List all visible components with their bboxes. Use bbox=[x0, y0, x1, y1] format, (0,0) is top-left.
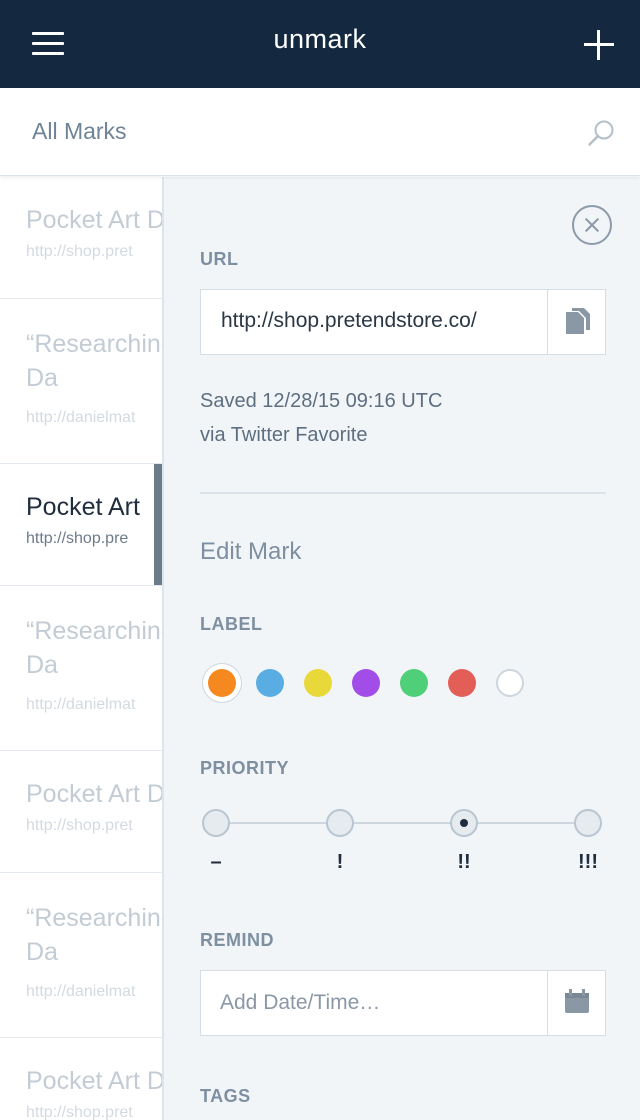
mark-url: http://shop.pret bbox=[26, 817, 133, 834]
priority-heading: PRIORITY bbox=[200, 758, 290, 778]
list-item-selected[interactable]: Pocket Art http://shop.pre bbox=[0, 464, 162, 586]
remind-date-input[interactable] bbox=[201, 971, 547, 1035]
label-swatch-none[interactable] bbox=[496, 669, 524, 697]
saved-info: Saved 12/28/15 09:16 UTC via Twitter Fav… bbox=[200, 384, 442, 452]
label-swatch-blue[interactable] bbox=[256, 669, 284, 697]
selection-indicator bbox=[154, 464, 162, 585]
mark-title: “Researching article by Da bbox=[26, 330, 162, 392]
label-heading: LABEL bbox=[200, 614, 263, 634]
mark-title: “Researching article by Da bbox=[26, 904, 162, 966]
url-field[interactable]: http://shop.pretendstore.co/ bbox=[200, 289, 606, 355]
all-marks-title[interactable]: All Marks bbox=[32, 118, 127, 145]
priority-label-medium: !! bbox=[457, 851, 471, 873]
divider bbox=[200, 492, 606, 494]
list-item[interactable]: Pocket Art D http://shop.pret bbox=[0, 177, 162, 299]
url-label: URL bbox=[200, 249, 239, 269]
mark-title: Pocket Art D bbox=[26, 1067, 162, 1095]
add-mark-plus-icon[interactable] bbox=[584, 30, 614, 60]
priority-track bbox=[218, 822, 590, 824]
mark-url: http://shop.pret bbox=[26, 243, 133, 260]
priority-stop-low[interactable] bbox=[326, 809, 354, 837]
mark-title: Pocket Art D bbox=[26, 206, 162, 234]
mark-url: http://danielmat bbox=[26, 696, 136, 713]
label-color-picker bbox=[200, 657, 540, 705]
tags-heading: TAGS bbox=[200, 1086, 251, 1106]
mark-url: http://shop.pret bbox=[26, 1104, 133, 1120]
label-swatch-purple[interactable] bbox=[352, 669, 380, 697]
list-item[interactable]: “Researching article by Da http://daniel… bbox=[0, 586, 162, 751]
priority-stop-none[interactable] bbox=[202, 809, 230, 837]
remind-field bbox=[200, 970, 606, 1036]
top-bar: unmark bbox=[0, 0, 640, 88]
mark-url: http://danielmat bbox=[26, 983, 136, 1000]
priority-selected-dot bbox=[460, 819, 468, 827]
label-swatch-yellow[interactable] bbox=[304, 669, 332, 697]
copy-icon bbox=[566, 308, 590, 334]
label-swatch-red[interactable] bbox=[448, 669, 476, 697]
list-item[interactable]: Pocket Art D http://shop.pret bbox=[0, 1038, 162, 1120]
priority-stop-medium[interactable] bbox=[450, 809, 478, 837]
mark-detail-panel: URL http://shop.pretendstore.co/ Saved 1… bbox=[162, 177, 640, 1120]
list-item[interactable]: “Researching article by Da http://daniel… bbox=[0, 299, 162, 464]
mark-url: http://danielmat bbox=[26, 409, 136, 426]
mark-title: Pocket Art bbox=[26, 493, 140, 521]
mark-title: Pocket Art D bbox=[26, 780, 162, 808]
url-value[interactable]: http://shop.pretendstore.co/ bbox=[221, 309, 477, 333]
saved-timestamp: Saved 12/28/15 09:16 UTC bbox=[200, 390, 443, 412]
remind-heading: REMIND bbox=[200, 930, 274, 950]
saved-source: via Twitter Favorite bbox=[200, 424, 368, 446]
app-title: unmark bbox=[273, 24, 367, 54]
priority-label-none: – bbox=[210, 851, 222, 873]
close-icon[interactable] bbox=[572, 205, 612, 245]
priority-slider[interactable]: – ! !! !!! bbox=[200, 807, 606, 877]
search-icon[interactable] bbox=[586, 118, 616, 148]
priority-label-low: ! bbox=[336, 851, 344, 873]
list-item[interactable]: Pocket Art D http://shop.pret bbox=[0, 751, 162, 873]
edit-mark-heading: Edit Mark bbox=[200, 538, 302, 565]
mark-url: http://shop.pre bbox=[26, 530, 129, 547]
calendar-icon bbox=[565, 989, 589, 1013]
priority-stop-high[interactable] bbox=[574, 809, 602, 837]
marks-list: Pocket Art D http://shop.pret “Researchi… bbox=[0, 177, 162, 1120]
label-swatch-orange[interactable] bbox=[208, 669, 236, 697]
mark-title: “Researching article by Da bbox=[26, 617, 162, 679]
priority-label-high: !!! bbox=[578, 851, 598, 873]
calendar-button[interactable] bbox=[547, 971, 605, 1035]
list-header: All Marks bbox=[0, 88, 640, 176]
label-swatch-green[interactable] bbox=[400, 669, 428, 697]
copy-url-button[interactable] bbox=[547, 290, 605, 354]
list-item[interactable]: “Researching article by Da http://daniel… bbox=[0, 873, 162, 1038]
